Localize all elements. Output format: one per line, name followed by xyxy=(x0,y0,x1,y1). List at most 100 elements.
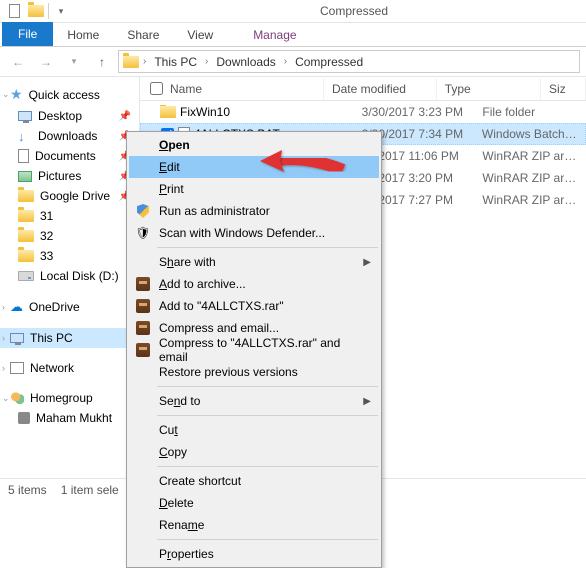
onedrive-header[interactable]: › ☁ OneDrive xyxy=(0,296,139,318)
menu-delete[interactable]: Delete xyxy=(129,492,379,514)
tab-view[interactable]: View xyxy=(173,24,227,46)
menu-properties[interactable]: Properties xyxy=(129,543,379,565)
folder-icon xyxy=(18,190,34,202)
status-item-count: 5 items xyxy=(8,483,47,497)
menu-open[interactable]: Open xyxy=(129,134,379,156)
file-date: 3/30/2017 3:23 PM xyxy=(354,105,475,119)
column-type[interactable]: Type xyxy=(437,78,541,100)
menu-rename[interactable]: Rename xyxy=(129,514,379,536)
nav-item-local-disk-d-[interactable]: Local Disk (D:) xyxy=(0,266,139,286)
shield-icon xyxy=(135,203,151,219)
nav-label: This PC xyxy=(30,331,73,345)
path-segment[interactable]: Downloads xyxy=(212,53,279,71)
folder-icon xyxy=(18,230,34,242)
tab-share[interactable]: Share xyxy=(113,24,173,46)
nav-item-documents[interactable]: Documents📌 xyxy=(0,146,139,166)
qat-customize-button[interactable]: ▾ xyxy=(51,1,71,21)
new-folder-qat-button[interactable] xyxy=(26,1,46,21)
monitor-icon xyxy=(10,333,24,343)
chevron-right-icon[interactable]: › xyxy=(282,56,289,67)
menu-defender[interactable]: 🛡Scan with Windows Defender... xyxy=(129,222,379,244)
folder-icon xyxy=(160,106,176,118)
menu-separator xyxy=(157,386,378,387)
file-type: WinRAR ZIP archive xyxy=(474,149,586,163)
nav-label: Network xyxy=(30,361,74,375)
ribbon-tabs: File Home Share View Manage xyxy=(0,23,586,47)
rar-icon xyxy=(135,342,151,358)
expand-icon[interactable]: › xyxy=(2,363,5,373)
file-type: Windows Batch File xyxy=(474,127,585,141)
up-button[interactable]: ↑ xyxy=(90,50,114,74)
menu-compress-to-email[interactable]: Compress to "4ALLCTXS.rar" and email xyxy=(129,339,379,361)
nav-item-desktop[interactable]: Desktop📌 xyxy=(0,106,139,126)
column-size[interactable]: Siz xyxy=(541,78,586,100)
file-row[interactable]: FixWin103/30/2017 3:23 PMFile folder xyxy=(140,101,586,123)
expand-icon[interactable]: › xyxy=(2,333,5,343)
quick-access-header[interactable]: ⌄ ★ Quick access xyxy=(0,83,139,106)
menu-print[interactable]: Print xyxy=(129,178,379,200)
drive-icon xyxy=(18,271,34,281)
expand-icon[interactable]: ⌄ xyxy=(2,393,10,404)
submenu-arrow-icon: ▶ xyxy=(363,396,371,407)
menu-restore-versions[interactable]: Restore previous versions xyxy=(129,361,379,383)
menu-add-to-rar[interactable]: Add to "4ALLCTXS.rar" xyxy=(129,295,379,317)
nav-item-31[interactable]: 31 xyxy=(0,206,139,226)
pic-icon xyxy=(18,171,32,182)
menu-separator xyxy=(157,247,378,248)
this-pc-header[interactable]: › This PC xyxy=(0,328,139,348)
nav-label: Desktop xyxy=(38,109,82,123)
nav-item-32[interactable]: 32 xyxy=(0,226,139,246)
menu-run-admin[interactable]: Run as administrator xyxy=(129,200,379,222)
cloud-icon: ☁ xyxy=(10,299,23,315)
nav-item-google-drive[interactable]: Google Drive📌 xyxy=(0,186,139,206)
expand-icon[interactable]: › xyxy=(2,302,5,312)
menu-separator xyxy=(157,539,378,540)
menu-send-to[interactable]: Send to▶ xyxy=(129,390,379,412)
expand-icon[interactable]: ⌄ xyxy=(2,89,10,100)
nav-item-33[interactable]: 33 xyxy=(0,246,139,266)
folder-icon xyxy=(18,210,34,222)
nav-item-pictures[interactable]: Pictures📌 xyxy=(0,166,139,186)
column-name[interactable]: Name xyxy=(140,78,324,100)
nav-label: Quick access xyxy=(29,88,100,102)
nav-label: Documents xyxy=(35,149,96,163)
menu-add-archive[interactable]: Add to archive... xyxy=(129,273,379,295)
doc-icon xyxy=(18,149,29,163)
chevron-right-icon[interactable]: › xyxy=(141,56,148,67)
tab-home[interactable]: Home xyxy=(53,24,113,46)
folder-icon xyxy=(123,56,139,68)
submenu-arrow-icon: ▶ xyxy=(363,257,371,268)
file-name: FixWin10 xyxy=(180,105,230,119)
column-date[interactable]: Date modified xyxy=(324,78,437,100)
address-bar[interactable]: › This PC › Downloads › Compressed xyxy=(118,50,580,73)
recent-locations-button[interactable]: ▾ xyxy=(62,50,86,74)
rar-icon xyxy=(135,298,151,314)
file-tab[interactable]: File xyxy=(2,22,53,46)
person-icon xyxy=(18,412,30,424)
network-icon xyxy=(10,362,24,374)
menu-create-shortcut[interactable]: Create shortcut xyxy=(129,470,379,492)
path-segment[interactable]: This PC xyxy=(150,53,201,71)
path-segment[interactable]: Compressed xyxy=(291,53,367,71)
user-item[interactable]: Maham Mukht xyxy=(0,408,139,428)
menu-cut[interactable]: Cut xyxy=(129,419,379,441)
menu-edit[interactable]: Edit xyxy=(129,156,379,178)
chevron-right-icon[interactable]: › xyxy=(203,56,210,67)
menu-copy[interactable]: Copy xyxy=(129,441,379,463)
properties-qat-button[interactable] xyxy=(4,1,24,21)
select-all-checkbox[interactable] xyxy=(150,82,163,95)
nav-item-downloads[interactable]: Downloads📌 xyxy=(0,126,139,146)
network-header[interactable]: › Network xyxy=(0,358,139,378)
file-type: WinRAR ZIP archive xyxy=(474,171,586,185)
defender-icon: 🛡 xyxy=(135,225,151,241)
nav-label: 33 xyxy=(40,249,53,263)
nav-label: Google Drive xyxy=(40,189,110,203)
folder-icon xyxy=(18,250,34,262)
forward-button[interactable]: → xyxy=(34,50,58,74)
back-button[interactable]: ← xyxy=(6,50,30,74)
menu-share-with[interactable]: Share with▶ xyxy=(129,251,379,273)
homegroup-header[interactable]: ⌄ Homegroup xyxy=(0,388,139,408)
navigation-pane[interactable]: ⌄ ★ Quick access Desktop📌Downloads📌Docum… xyxy=(0,77,140,478)
nav-label: Homegroup xyxy=(30,391,93,405)
tab-manage[interactable]: Manage xyxy=(239,24,310,46)
